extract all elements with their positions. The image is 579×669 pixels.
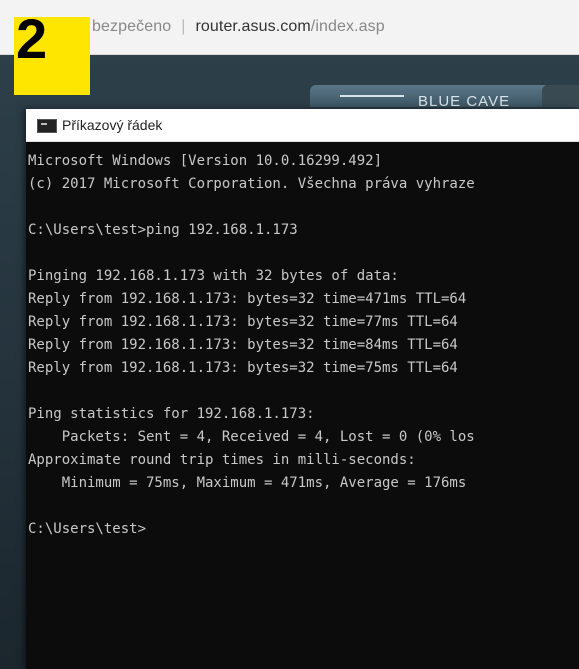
console-line: Approximate round trip times in milli-se… <box>28 452 416 468</box>
console-titlebar[interactable]: Příkazový řádek <box>26 109 579 142</box>
router-product-label: BLUE CAVE <box>418 93 511 110</box>
console-line: Minimum = 75ms, Maximum = 471ms, Average… <box>28 475 467 491</box>
console-line: Pinging 192.168.1.173 with 32 bytes of d… <box>28 268 399 284</box>
address-separator: | <box>181 18 186 35</box>
url-path: /index.asp <box>310 18 385 35</box>
console-line: C:\Users\test>ping 192.168.1.173 <box>28 222 298 238</box>
console-line: Reply from 192.168.1.173: bytes=32 time=… <box>28 360 458 376</box>
url-host: router.asus.com <box>195 18 311 35</box>
console-output[interactable]: Microsoft Windows [Version 10.0.16299.49… <box>28 150 579 669</box>
command-prompt-window[interactable]: Příkazový řádek Microsoft Windows [Versi… <box>26 109 579 669</box>
step-number: 2 <box>16 7 48 70</box>
step-badge: 2 <box>14 11 90 95</box>
router-product-tab[interactable]: BLUE CAVE <box>310 85 550 110</box>
security-label: bezpečeno <box>92 18 172 35</box>
console-line: Packets: Sent = 4, Received = 4, Lost = … <box>28 429 475 445</box>
console-line: Microsoft Windows [Version 10.0.16299.49… <box>28 153 383 169</box>
cmd-icon <box>37 119 57 133</box>
console-prompt: C:\Users\test> <box>28 521 147 537</box>
console-line: Reply from 192.168.1.173: bytes=32 time=… <box>28 337 458 353</box>
router-logo-icon <box>340 95 404 107</box>
console-line: Ping statistics for 192.168.1.173: <box>28 406 315 422</box>
console-line: Reply from 192.168.1.173: bytes=32 time=… <box>28 291 467 307</box>
url-field[interactable]: bezpečeno | router.asus.com/index.asp <box>92 18 385 36</box>
router-tab-secondary[interactable] <box>542 85 579 107</box>
console-title: Příkazový řádek <box>62 117 163 133</box>
console-line: Reply from 192.168.1.173: bytes=32 time=… <box>28 314 458 330</box>
console-line: (c) 2017 Microsoft Corporation. Všechna … <box>28 176 475 192</box>
